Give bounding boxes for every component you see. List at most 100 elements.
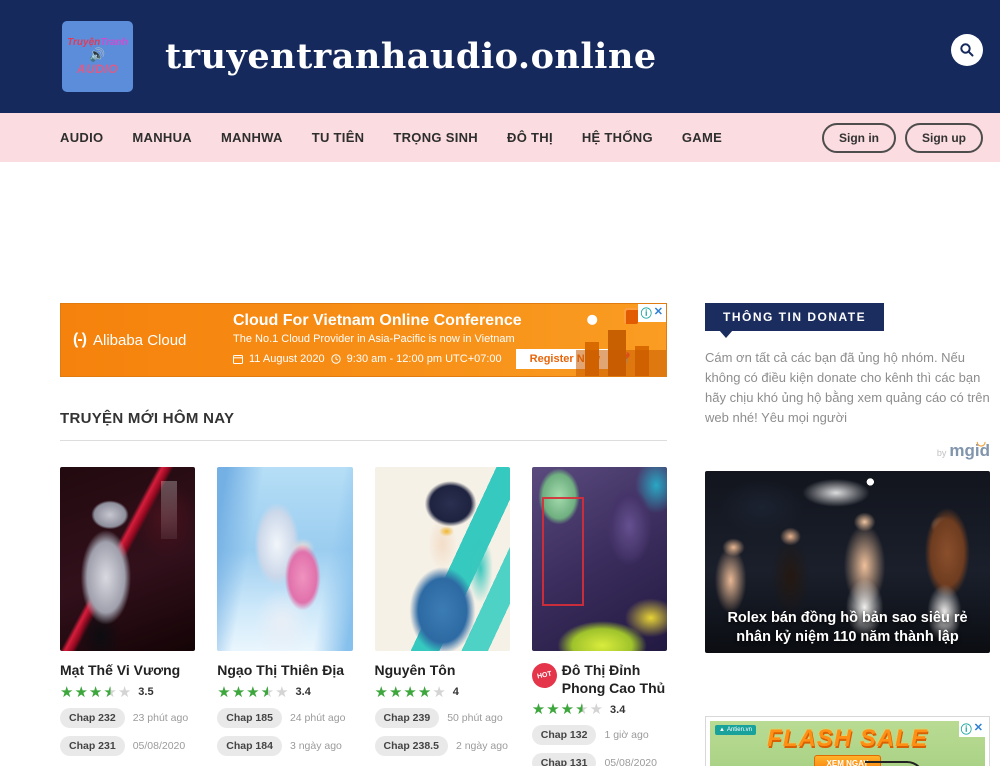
star-full-icon: ★ [546,701,560,718]
flash-sale-ad[interactable]: ▲Antien.vn FLASH SALE XEM NGAY ⓘ ✕ [705,716,990,766]
comic-title[interactable]: Nguyên Tôn [375,662,456,680]
comic-card: Ngạo Thị Thiên Địa ★★★★★ 3.4 Chap 185 24… [217,467,352,766]
chapter-time: 23 phút ago [133,712,188,724]
chapter-time: 2 ngày ago [456,740,508,752]
ad-controls: ⓘ ✕ [638,304,666,322]
chapter-row: Chap 132 1 giờ ago [532,725,667,745]
ad-close-icon[interactable]: ✕ [654,305,663,321]
logo-text-bottom: AUDIO [77,62,118,76]
banner-ad-time: 9:30 am - 12:00 pm UTC+07:00 [347,353,502,365]
site-logo[interactable]: TruyệnTranh 🔊 AUDIO [62,21,133,92]
rating-value: 3.4 [610,704,625,716]
comic-cover-image[interactable] [60,467,195,651]
chapter-badge[interactable]: Chap 238.5 [375,736,448,756]
star-full-icon: ★ [389,684,403,701]
auth-buttons: Sign in Sign up [822,123,983,153]
sign-in-button[interactable]: Sign in [822,123,896,153]
nav-item-trọng-sinh[interactable]: TRỌNG SINH [393,130,478,145]
nav-item-manhwa[interactable]: MANHWA [221,130,283,145]
nav-item-audio[interactable]: AUDIO [60,130,103,145]
sign-up-button[interactable]: Sign up [905,123,983,153]
star-rating-icons: ★★★★★ [532,702,604,717]
flash-ad-info-icon[interactable]: ⓘ [961,721,972,737]
nav-item-tu-tiên[interactable]: TU TIÊN [312,130,365,145]
rating-value: 4 [453,686,459,698]
comic-cover-image[interactable] [217,467,352,651]
chapter-badge[interactable]: Chap 132 [532,725,597,745]
calendar-icon [233,354,243,364]
banner-ad-title: Cloud For Vietnam Online Conference [233,312,634,330]
flash-sale-ad-body: ▲Antien.vn FLASH SALE XEM NGAY [710,721,985,766]
nav-item-đô-thị[interactable]: ĐÔ THỊ [507,130,553,145]
search-button[interactable] [951,34,983,66]
star-full-icon: ★ [561,701,575,718]
star-full-icon: ★ [74,684,88,701]
star-empty-icon: ★ [275,684,289,701]
main-nav: AUDIO MANHUA MANHWA TU TIÊN TRỌNG SINH ĐÔ THỊ… [0,113,1000,162]
chapter-badge[interactable]: Chap 184 [217,736,282,756]
chapter-time: 3 ngày ago [290,740,342,752]
left-column: (-) Alibaba Cloud Cloud For Vietnam Onli… [60,162,667,766]
comic-title[interactable]: Ngạo Thị Thiên Địa [217,662,344,680]
site-header: TruyệnTranh 🔊 AUDIO truyentranhaudio.onl… [0,0,1000,113]
mgid-attribution: by ◡mgid [705,441,990,461]
rating-value: 3.4 [296,686,311,698]
native-ad[interactable]: Rolex bán đồng hồ bản sao siêu rẻ nhân k… [705,471,990,653]
donate-badge-arrow [719,330,733,338]
comic-card: HOT Đô Thị Đỉnh Phong Cao Thủ ★★★★★ 3.4 … [532,467,667,766]
comic-card-grid: Mạt Thế Vi Vương ★★★★★ 3.5 Chap 232 23 p… [60,467,667,766]
comic-card: Mạt Thế Vi Vương ★★★★★ 3.5 Chap 232 23 p… [60,467,195,766]
flash-cable-image [865,761,925,766]
comic-title[interactable]: Đô Thị Đỉnh Phong Cao Thủ [562,662,667,697]
site-title[interactable]: truyentranhaudio.online [165,36,657,77]
star-rating-icons: ★★★★★ [217,685,289,700]
nav-items: AUDIO MANHUA MANHWA TU TIÊN TRỌNG SINH ĐÔ THỊ… [60,130,722,145]
star-full-icon: ★ [375,684,389,701]
ad-info-icon[interactable]: ⓘ [641,305,652,321]
comic-title-row: HOT Đô Thị Đỉnh Phong Cao Thủ [532,662,667,697]
nav-item-manhua[interactable]: MANHUA [132,130,192,145]
star-half-icon: ★ [103,684,117,701]
section-title: TRUYỆN MỚI HÔM NAY [60,410,667,441]
flash-brand-icon: ▲ [719,727,725,733]
flash-ad-close-icon[interactable]: ✕ [974,721,983,737]
comic-cover-image[interactable] [375,467,510,651]
chapter-badge[interactable]: Chap 185 [217,708,282,728]
banner-gift-icon [624,308,638,324]
star-full-icon: ★ [403,684,417,701]
flash-ad-controls: ⓘ ✕ [959,721,985,737]
chapter-row: Chap 239 50 phút ago [375,708,510,728]
star-empty-icon: ★ [590,701,604,718]
chapter-badge[interactable]: Chap 232 [60,708,125,728]
chapter-badge[interactable]: Chap 231 [60,736,125,756]
mgid-accent-icon: ◡ [976,435,986,448]
chapter-badge[interactable]: Chap 131 [532,753,597,766]
chapter-time: 1 giờ ago [604,729,648,741]
banner-ad-date: 11 August 2020 [249,353,325,365]
nav-item-hệ-thống[interactable]: HỆ THỐNG [582,130,653,145]
star-half-icon: ★ [575,701,589,718]
mgid-by-label: by [937,448,947,458]
comic-title-row: Ngạo Thị Thiên Địa [217,662,352,680]
chapter-row: Chap 231 05/08/2020 [60,736,195,756]
alibaba-cloud-logo: (-) Alibaba Cloud [73,331,223,349]
rating-row: ★★★★★ 3.5 [60,685,195,700]
nav-item-game[interactable]: GAME [682,130,722,145]
star-full-icon: ★ [89,684,103,701]
star-full-icon: ★ [60,684,74,701]
rating-row: ★★★★★ 3.4 [217,685,352,700]
chapter-row: Chap 232 23 phút ago [60,708,195,728]
banner-ad-copy: Cloud For Vietnam Online Conference The … [233,312,634,369]
chapter-time: 24 phút ago [290,712,345,724]
comic-card: Nguyên Tôn ★★★★★ 4 Chap 239 50 phút ago … [375,467,510,766]
rating-value: 3.5 [138,686,153,698]
banner-ad[interactable]: (-) Alibaba Cloud Cloud For Vietnam Onli… [60,303,667,377]
flash-ad-brand-badge: ▲Antien.vn [715,725,756,735]
star-rating-icons: ★★★★★ [375,685,447,700]
comic-title[interactable]: Mạt Thế Vi Vương [60,662,180,680]
mgid-logo[interactable]: ◡mgid [949,441,990,461]
star-full-icon: ★ [532,701,546,718]
comic-cover-image[interactable] [532,467,667,651]
chapter-badge[interactable]: Chap 239 [375,708,440,728]
main-content: (-) Alibaba Cloud Cloud For Vietnam Onli… [0,162,1000,766]
